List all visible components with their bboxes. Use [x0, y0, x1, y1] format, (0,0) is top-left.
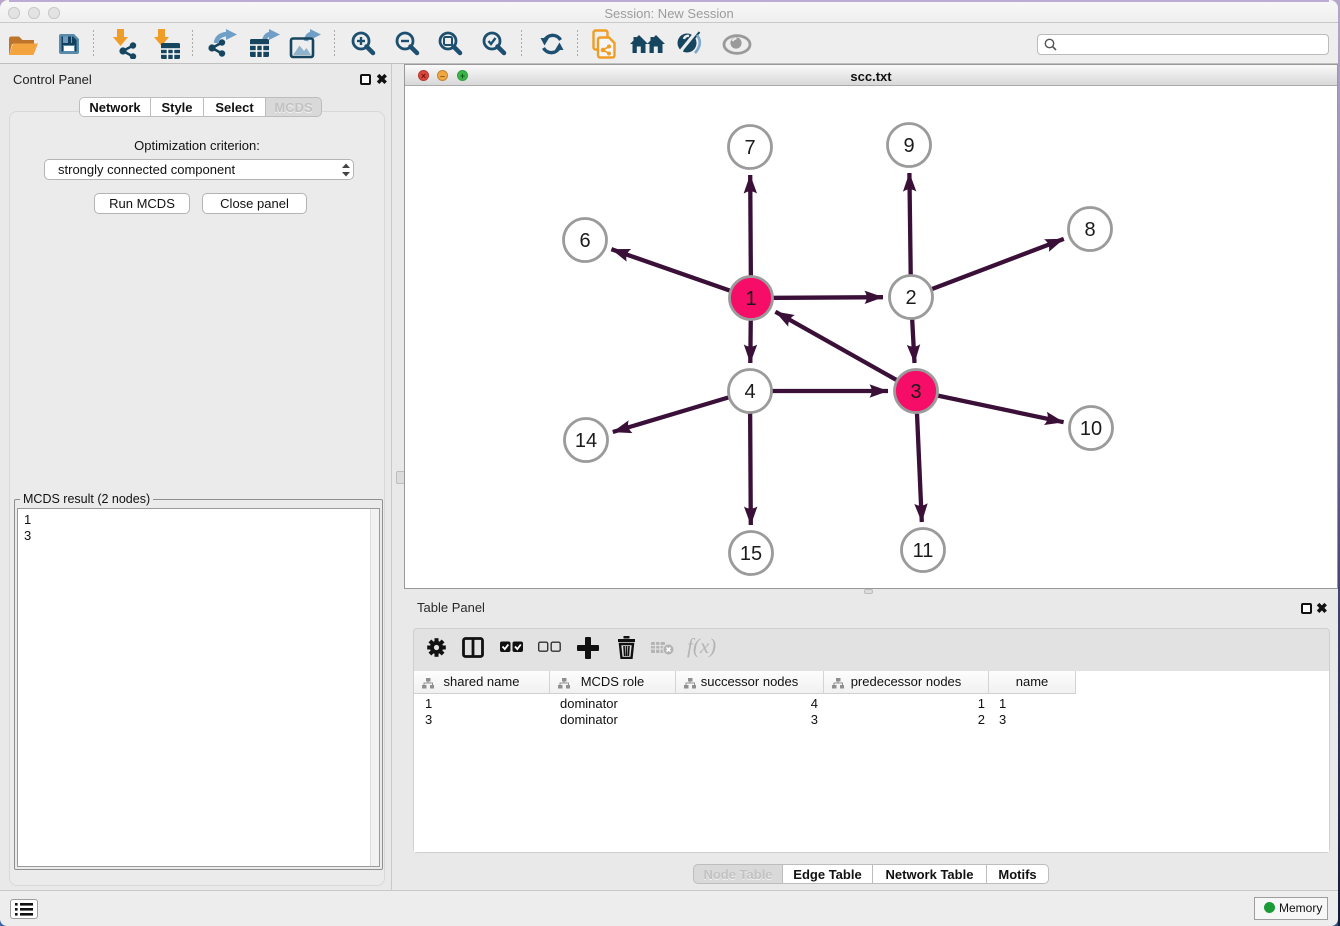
- svg-text:15: 15: [740, 543, 762, 565]
- svg-text:7: 7: [744, 137, 755, 159]
- svg-text:14: 14: [575, 430, 597, 452]
- svg-text:8: 8: [1084, 219, 1095, 241]
- svg-text:2: 2: [905, 287, 916, 309]
- svg-text:3: 3: [910, 381, 921, 403]
- svg-text:11: 11: [913, 540, 934, 562]
- svg-text:6: 6: [579, 230, 590, 252]
- svg-text:4: 4: [744, 381, 755, 403]
- svg-text:1: 1: [745, 288, 756, 310]
- svg-text:10: 10: [1080, 418, 1102, 440]
- svg-text:9: 9: [903, 135, 914, 157]
